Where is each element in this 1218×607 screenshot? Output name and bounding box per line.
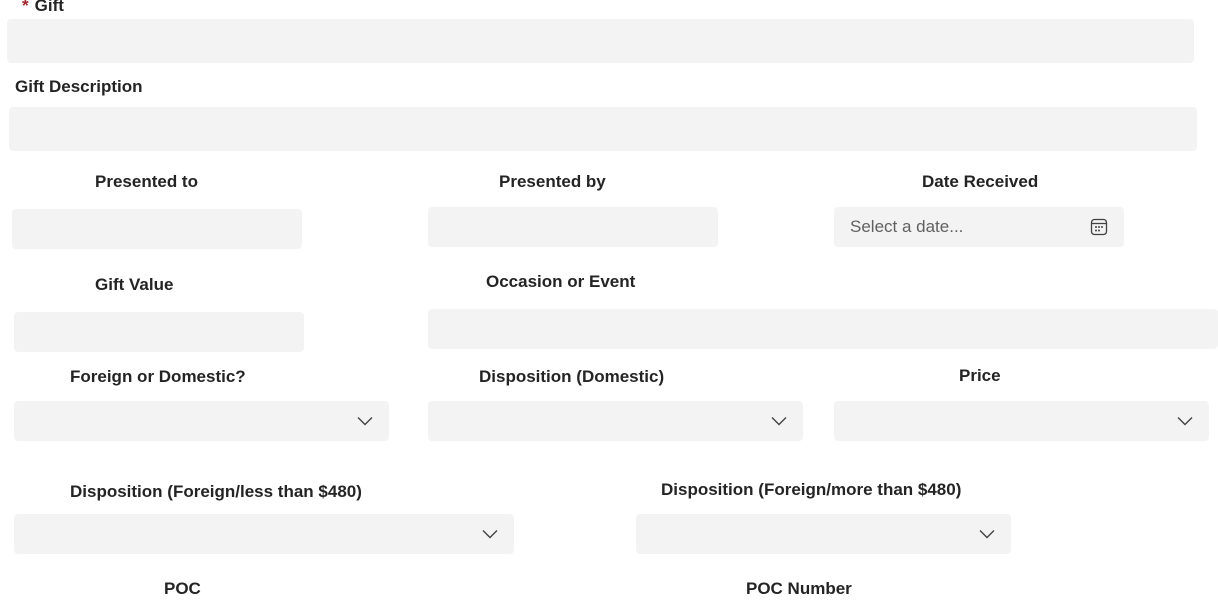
- presented-to-label: Presented to: [95, 172, 198, 191]
- date-received-label: Date Received: [922, 172, 1039, 191]
- occasion-label: Occasion or Event: [486, 272, 636, 291]
- gift-value-input[interactable]: [14, 312, 304, 352]
- gift-description-label: Gift Description: [15, 77, 143, 96]
- chevron-down-icon: [771, 417, 787, 426]
- gift-label: * Gift: [22, 0, 64, 16]
- gift-value-label: Gift Value: [95, 275, 174, 294]
- price-dropdown[interactable]: [834, 401, 1209, 441]
- date-received-picker[interactable]: Select a date...: [834, 207, 1124, 247]
- poc-label: POC: [164, 579, 201, 598]
- calendar-icon[interactable]: [1090, 218, 1108, 236]
- disposition-domestic-dropdown[interactable]: [428, 401, 803, 441]
- chevron-down-icon: [357, 417, 373, 426]
- price-label: Price: [959, 366, 1001, 385]
- gift-description-input[interactable]: [9, 107, 1197, 151]
- chevron-down-icon: [482, 530, 498, 539]
- occasion-input[interactable]: [428, 309, 1218, 349]
- chevron-down-icon: [979, 530, 995, 539]
- presented-to-input[interactable]: [12, 209, 302, 249]
- gift-label-text: Gift: [34, 0, 64, 15]
- disposition-foreign-less-dropdown[interactable]: [14, 514, 514, 554]
- gift-input[interactable]: [7, 19, 1194, 63]
- chevron-down-icon: [1177, 417, 1193, 426]
- required-mark: *: [22, 0, 29, 15]
- disposition-foreign-more-dropdown[interactable]: [636, 514, 1011, 554]
- foreign-or-domestic-label: Foreign or Domestic?: [70, 367, 246, 386]
- disposition-domestic-label: Disposition (Domestic): [479, 367, 665, 386]
- foreign-or-domestic-dropdown[interactable]: [14, 401, 389, 441]
- disposition-foreign-less-label: Disposition (Foreign/less than $480): [70, 482, 362, 501]
- date-placeholder: Select a date...: [850, 217, 964, 236]
- presented-by-input[interactable]: [428, 207, 718, 247]
- presented-by-label: Presented by: [499, 172, 606, 191]
- poc-number-label: POC Number: [746, 579, 852, 598]
- disposition-foreign-more-label: Disposition (Foreign/more than $480): [661, 480, 962, 499]
